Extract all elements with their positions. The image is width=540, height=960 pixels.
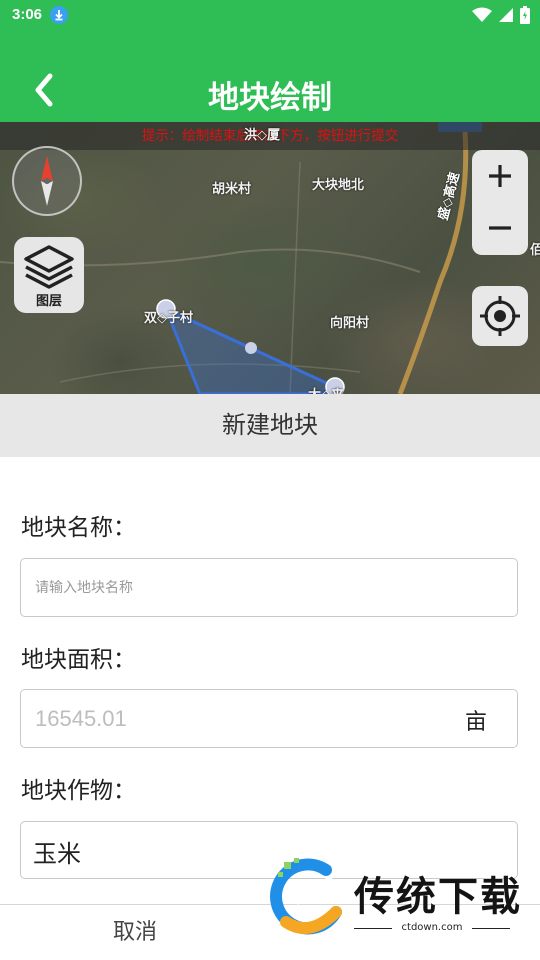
zoom-out-button[interactable] xyxy=(472,202,528,254)
plot-name-input[interactable] xyxy=(21,559,517,616)
page-title: 地块绘制 xyxy=(208,80,332,116)
map-place-label: 胡米村 xyxy=(212,182,252,197)
map-place-label: 大◇来 xyxy=(308,384,344,394)
ctdown-logo-icon xyxy=(270,858,342,935)
watermark-url: ctdown.com xyxy=(354,922,510,933)
plus-icon xyxy=(489,165,511,187)
battery-icon xyxy=(520,6,530,24)
map-place-label: 向阳村 xyxy=(330,316,370,331)
app-header: 地块绘制 xyxy=(0,30,540,122)
status-bar: 3:06 xyxy=(0,0,540,30)
minus-icon xyxy=(489,226,511,230)
site-watermark: 传统下载 ctdown.com xyxy=(262,856,532,942)
satellite-map[interactable]: 提示：绘制结束后点击下方，按钮进行提交 胡米村 大块地北 双◇子村 向阳村 洪◇… xyxy=(0,122,540,394)
cancel-button[interactable]: 取消 xyxy=(0,905,270,960)
layer-toggle-button[interactable]: 图层 xyxy=(14,237,84,313)
plot-area-field[interactable]: 亩 xyxy=(20,689,518,748)
zoom-in-button[interactable] xyxy=(472,150,528,202)
layers-icon xyxy=(24,245,74,289)
map-place-label: 佰 xyxy=(530,243,540,258)
plot-area-input[interactable] xyxy=(21,690,517,747)
plot-crop-value: 玉米 xyxy=(33,840,81,868)
zoom-controls xyxy=(472,150,528,255)
plot-name-field[interactable] xyxy=(20,558,518,617)
area-unit-label: 亩 xyxy=(464,710,487,735)
status-time: 3:06 xyxy=(12,6,43,23)
crosshair-icon xyxy=(480,296,520,336)
layer-button-label: 图层 xyxy=(35,294,62,309)
map-place-label: 双◇子村 xyxy=(144,311,193,326)
wifi-icon xyxy=(472,7,492,22)
download-icon xyxy=(50,6,68,24)
dialog-title: 新建地块 xyxy=(0,394,540,457)
locate-button[interactable] xyxy=(472,286,528,346)
polygon-midpoint[interactable] xyxy=(245,342,257,354)
compass-button[interactable] xyxy=(12,146,82,216)
watermark-text: 传统下载 xyxy=(354,874,522,920)
signal-icon xyxy=(499,8,513,22)
map-place-label: 洪◇厦 xyxy=(244,128,280,143)
plot-crop-label: 地块作物： xyxy=(21,778,136,804)
compass-icon xyxy=(41,156,53,206)
plot-name-label: 地块名称： xyxy=(21,515,136,541)
map-place-label: 大块地北 xyxy=(312,178,365,193)
plot-area-label: 地块面积： xyxy=(21,647,136,673)
